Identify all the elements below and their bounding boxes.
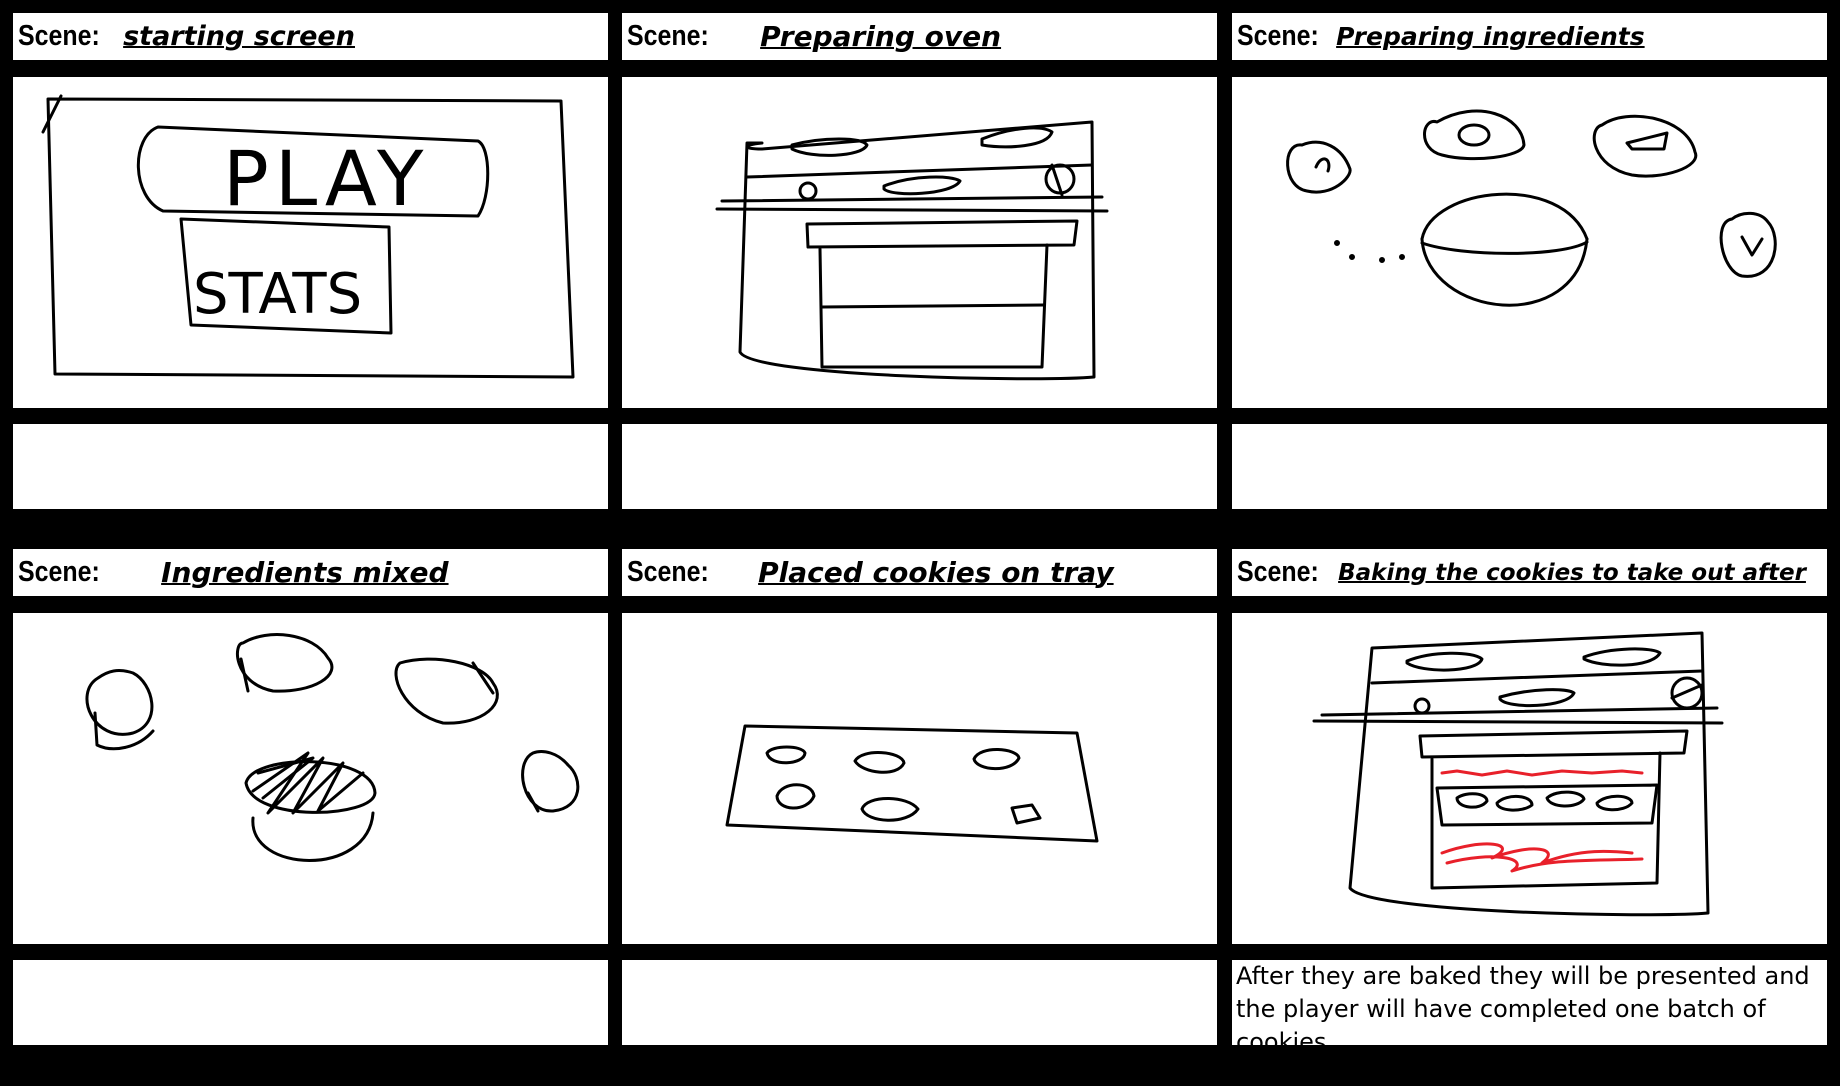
panel-5-header: Scene: Placed cookies on tray	[622, 549, 1217, 596]
panel-4-title: Ingredients mixed	[161, 556, 449, 589]
panel-6-notes: After they are baked they will be presen…	[1232, 960, 1827, 1045]
panel-1-image: PLAY STATS	[13, 77, 608, 408]
panel-6-note-text: After they are baked they will be presen…	[1236, 962, 1810, 1045]
mixed-bowl-sketch	[85, 633, 580, 862]
panel-5-image	[622, 613, 1217, 944]
panel-1-header: Scene: starting screen	[13, 13, 608, 60]
play-text: PLAY	[223, 134, 429, 223]
panel-3-image	[1232, 77, 1827, 408]
panel-4-image	[13, 613, 608, 944]
panel-1-title: starting screen	[123, 21, 355, 52]
panel-6-title: Baking the cookies to take out after	[1338, 559, 1806, 586]
panel-1-notes	[13, 424, 608, 509]
panel-4-header: Scene: Ingredients mixed	[13, 549, 608, 596]
panel-6-image	[1232, 613, 1827, 944]
scene-label: Scene:	[627, 556, 709, 588]
panel-6-header: Scene: Baking the cookies to take out af…	[1232, 549, 1827, 596]
panel-2-title: Preparing oven	[760, 20, 1002, 53]
cookie-tray-sketch	[725, 724, 1099, 843]
oven-sketch	[715, 120, 1109, 381]
ingredients-bowls-sketch	[1286, 109, 1777, 307]
scene-label: Scene:	[1237, 20, 1319, 52]
start-menu-sketch: PLAY STATS	[41, 94, 575, 379]
scene-label: Scene:	[627, 20, 709, 52]
scene-label: Scene:	[18, 556, 100, 588]
panel-3-title: Preparing ingredients	[1336, 22, 1645, 51]
panel-3-notes	[1232, 424, 1827, 509]
panel-5-notes	[622, 960, 1217, 1045]
scene-label: Scene:	[1237, 556, 1319, 588]
panel-2-image	[622, 77, 1217, 408]
baking-oven-sketch	[1312, 631, 1724, 917]
panel-5-title: Placed cookies on tray	[758, 556, 1114, 589]
scene-label: Scene:	[18, 20, 100, 52]
stats-text: STATS	[193, 262, 362, 327]
panel-3-header: Scene: Preparing ingredients	[1232, 13, 1827, 60]
panel-2-header: Scene: Preparing oven	[622, 13, 1217, 60]
panel-4-notes	[13, 960, 608, 1045]
panel-2-notes	[622, 424, 1217, 509]
